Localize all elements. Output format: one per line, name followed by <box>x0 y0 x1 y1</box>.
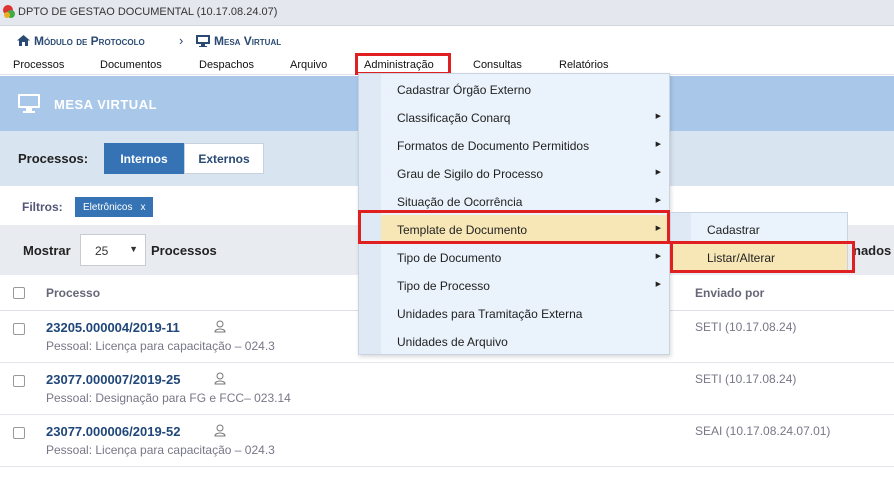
logo-icon <box>3 5 15 18</box>
row-checkbox[interactable] <box>13 323 25 335</box>
highlight-listar-alterar <box>670 241 855 273</box>
select-all-checkbox[interactable] <box>13 287 25 299</box>
toggle-externos[interactable]: Externos <box>184 143 264 174</box>
menu-item-label: Tipo de Documento <box>397 251 502 265</box>
menu-item-formatos-documento[interactable]: Formatos de Documento Permitidos ▶ <box>381 131 669 159</box>
process-number[interactable]: 23077.000007/2019-25 <box>46 372 180 387</box>
menu-documentos[interactable]: Documentos <box>100 59 162 71</box>
show-label: Mostrar <box>23 243 71 258</box>
menu-item-unidades-tramitacao-externa[interactable]: Unidades para Tramitação Externa <box>381 299 669 327</box>
menu-item-tipo-documento[interactable]: Tipo de Documento ▶ <box>381 243 669 271</box>
process-number[interactable]: 23077.000006/2019-52 <box>46 424 180 439</box>
menu-item-label: Formatos de Documento Permitidos <box>397 139 590 153</box>
menu-relatorios[interactable]: Relatórios <box>559 59 609 71</box>
row-checkbox[interactable] <box>13 427 25 439</box>
home-icon <box>17 35 30 46</box>
chevron-right-icon: › <box>179 33 184 48</box>
process-description: Pessoal: Designação para FG e FCC– 023.1… <box>46 391 291 405</box>
user-icon <box>214 372 226 385</box>
breadcrumb-virtual-desk[interactable]: Mesa Virtual <box>214 34 281 48</box>
chevron-right-icon: ▶ <box>655 197 661 204</box>
monitor-icon <box>18 94 40 113</box>
chevron-right-icon: ▶ <box>655 281 661 288</box>
filter-chip-label: Eletrônicos <box>83 201 133 213</box>
process-description: Pessoal: Licença para capacitação – 024.… <box>46 443 275 457</box>
filter-chip-eletronicos: Eletrônicos x <box>75 197 154 217</box>
menu-arquivo[interactable]: Arquivo <box>290 59 327 71</box>
sent-by: SETI (10.17.08.24) <box>695 320 797 334</box>
menu-item-label: Situação de Ocorrência <box>397 195 523 209</box>
trailing-label: nados <box>853 243 892 258</box>
toggle-internos[interactable]: Internos <box>104 143 184 174</box>
menu-item-label: Classificação Conarq <box>397 111 511 125</box>
menu-item-label: Unidades de Arquivo <box>397 335 508 349</box>
sent-by: SETI (10.17.08.24) <box>695 372 797 386</box>
page-size-suffix: Processos <box>151 243 217 258</box>
menu-item-cadastrar-orgao-externo[interactable]: Cadastrar Órgão Externo <box>381 75 669 103</box>
page-size-value: 25 <box>95 244 109 258</box>
user-icon <box>214 320 226 333</box>
close-icon[interactable]: x <box>140 202 145 213</box>
processos-label: Processos: <box>18 151 89 166</box>
menu-item-label: Unidades para Tramitação Externa <box>397 307 583 321</box>
menu-item-tipo-processo[interactable]: Tipo de Processo ▶ <box>381 271 669 299</box>
table-row: 23077.000007/2019-25 Pessoal: Designação… <box>0 363 894 415</box>
chevron-right-icon: ▶ <box>655 169 661 176</box>
menu-processos[interactable]: Processos <box>13 59 64 71</box>
chevron-right-icon: ▶ <box>655 113 661 120</box>
menu-item-classificacao-conarq[interactable]: Classificação Conarq ▶ <box>381 103 669 131</box>
chevron-right-icon: ▶ <box>655 141 661 148</box>
breadcrumb-protocol-module[interactable]: Módulo de Protocolo <box>34 34 145 48</box>
highlight-template-documento <box>358 210 670 244</box>
process-description: Pessoal: Licença para capacitação – 024.… <box>46 339 275 353</box>
top-bar: DPTO DE GESTAO DOCUMENTAL (10.17.08.24.0… <box>0 0 894 26</box>
table-row: 23077.000006/2019-52 Pessoal: Licença pa… <box>0 415 894 467</box>
menu-item-unidades-arquivo[interactable]: Unidades de Arquivo <box>381 327 669 355</box>
caret-down-icon: ▼ <box>129 244 138 254</box>
process-number[interactable]: 23205.000004/2019-11 <box>46 320 180 335</box>
unit-title: DPTO DE GESTAO DOCUMENTAL (10.17.08.24.0… <box>18 6 278 18</box>
menu-despachos[interactable]: Despachos <box>199 59 254 71</box>
menu-item-label: Tipo de Processo <box>397 279 490 293</box>
column-processo[interactable]: Processo <box>46 286 100 300</box>
menu-item-label: Cadastrar Órgão Externo <box>397 83 532 97</box>
chevron-right-icon: ▶ <box>655 253 661 260</box>
submenu-item-cadastrar[interactable]: Cadastrar <box>672 214 847 242</box>
monitor-icon <box>196 35 210 47</box>
breadcrumb: Módulo de Protocolo › Mesa Virtual <box>0 27 894 55</box>
user-icon <box>214 424 226 437</box>
sent-by: SEAI (10.17.08.24.07.01) <box>695 424 831 438</box>
menu-consultas[interactable]: Consultas <box>473 59 522 71</box>
row-checkbox[interactable] <box>13 375 25 387</box>
menu-item-grau-sigilo[interactable]: Grau de Sigilo do Processo ▶ <box>381 159 669 187</box>
filters-label: Filtros: <box>22 200 63 214</box>
submenu-item-label: Cadastrar <box>707 223 760 237</box>
menu-item-label: Grau de Sigilo do Processo <box>397 167 544 181</box>
page-title: MESA VIRTUAL <box>54 97 158 112</box>
highlight-administracao <box>355 53 451 75</box>
column-enviado-por[interactable]: Enviado por <box>695 286 764 300</box>
page-size-select[interactable]: 25 ▼ <box>80 234 146 266</box>
